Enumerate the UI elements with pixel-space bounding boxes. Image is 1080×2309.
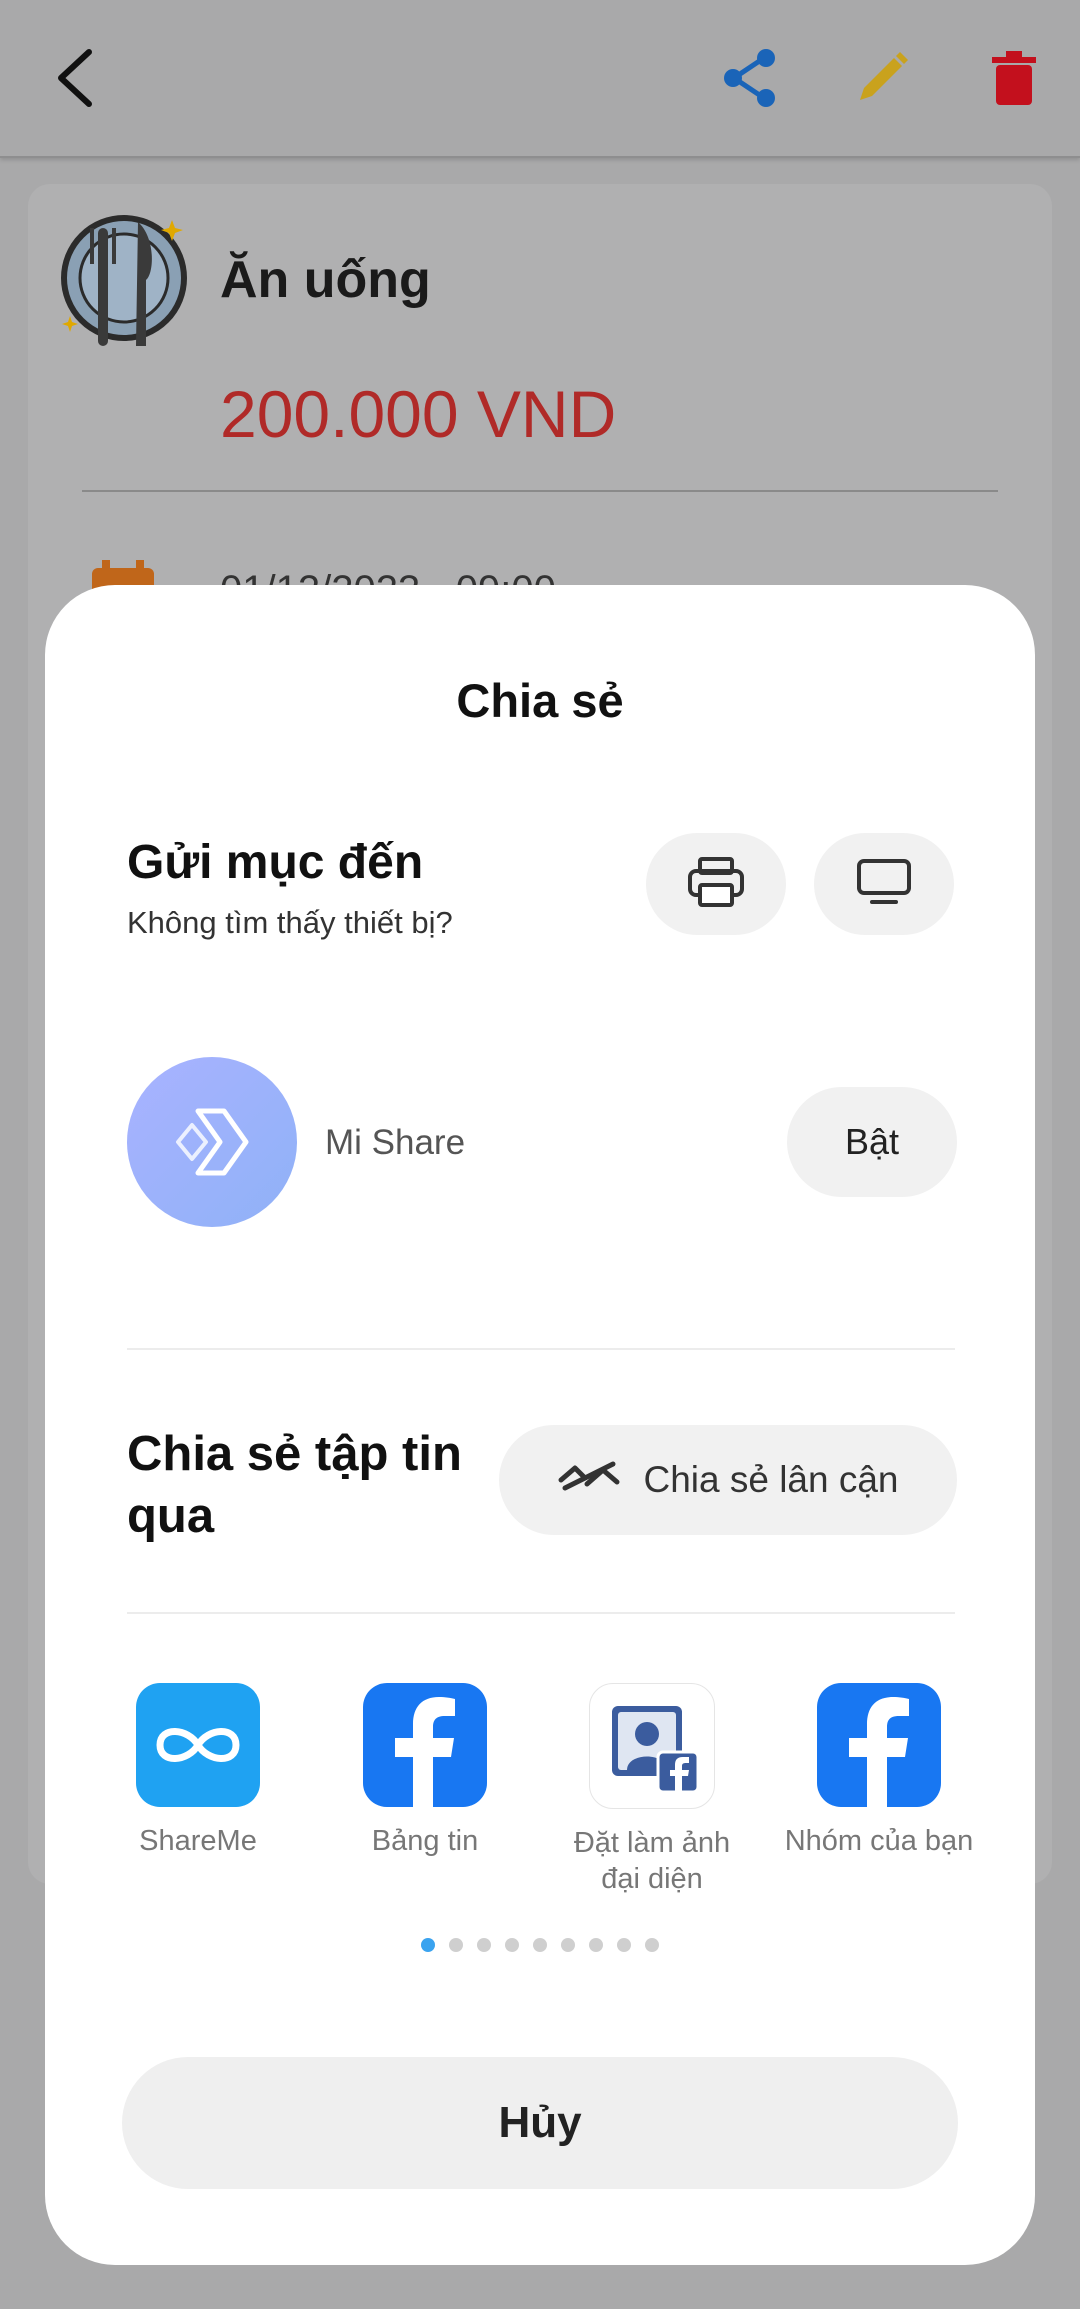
nearby-share-button[interactable]: Chia sẻ lân cận	[499, 1425, 957, 1535]
printer-icon	[686, 856, 746, 913]
category-name: Ăn uống	[220, 251, 431, 309]
facebook-icon	[363, 1683, 487, 1807]
page-dot[interactable]	[589, 1938, 603, 1952]
page-dot[interactable]	[505, 1938, 519, 1952]
nearby-share-icon	[557, 1458, 621, 1503]
page-dot[interactable]	[561, 1938, 575, 1952]
mi-share-label: Mi Share	[325, 1123, 466, 1162]
no-device-link[interactable]: Không tìm thấy thiết bị?	[127, 905, 453, 941]
sheet-title: Chia sẻ	[456, 674, 624, 727]
amount-value: 200.000 VND	[220, 377, 617, 451]
facebook-profile-picture-icon	[589, 1683, 715, 1809]
divider	[127, 1612, 955, 1614]
page-dot[interactable]	[449, 1938, 463, 1952]
app-shareme[interactable]: ShareMe	[98, 1683, 298, 1859]
page-dot[interactable]	[477, 1938, 491, 1952]
app-label: Đặt làm ảnh đại diện	[573, 1827, 731, 1895]
trash-icon[interactable]	[974, 38, 1054, 118]
page-dot[interactable]	[421, 1938, 435, 1952]
page-dot[interactable]	[533, 1938, 547, 1952]
top-app-bar	[0, 0, 1080, 158]
app-facebook-feed[interactable]: Bảng tin	[325, 1683, 525, 1859]
share-icon[interactable]	[710, 38, 790, 118]
divider	[82, 490, 998, 492]
dining-plate-icon	[60, 208, 192, 352]
print-button[interactable]	[646, 833, 786, 935]
shareme-icon	[136, 1683, 260, 1807]
back-arrow-icon[interactable]	[36, 38, 116, 118]
nearby-share-label: Chia sẻ lân cận	[643, 1459, 899, 1500]
mi-share-icon	[127, 1057, 297, 1227]
app-label: Nhóm của bạn	[784, 1825, 974, 1857]
pencil-icon[interactable]	[842, 38, 922, 118]
page-dot[interactable]	[645, 1938, 659, 1952]
app-label: ShareMe	[139, 1825, 257, 1857]
app-label: Bảng tin	[371, 1825, 479, 1857]
app-facebook-profile-picture[interactable]: Đặt làm ảnh đại diện	[552, 1683, 752, 1897]
page-indicator	[45, 1938, 1035, 1952]
monitor-icon	[856, 858, 912, 911]
divider	[127, 1348, 955, 1350]
page-dot[interactable]	[617, 1938, 631, 1952]
cancel-button[interactable]: Hủy	[122, 2057, 958, 2189]
share-files-title: Chia sẻ tập tin qua	[127, 1427, 462, 1543]
send-to-title: Gửi mục đến	[127, 836, 424, 889]
mi-share-enable-button[interactable]: Bật	[787, 1087, 957, 1197]
cast-screen-button[interactable]	[814, 833, 954, 935]
facebook-icon	[817, 1683, 941, 1807]
share-bottom-sheet: Chia sẻ Gửi mục đến Không tìm thấy thiết…	[45, 585, 1035, 2265]
app-facebook-groups[interactable]: Nhóm của bạn	[779, 1683, 979, 1859]
